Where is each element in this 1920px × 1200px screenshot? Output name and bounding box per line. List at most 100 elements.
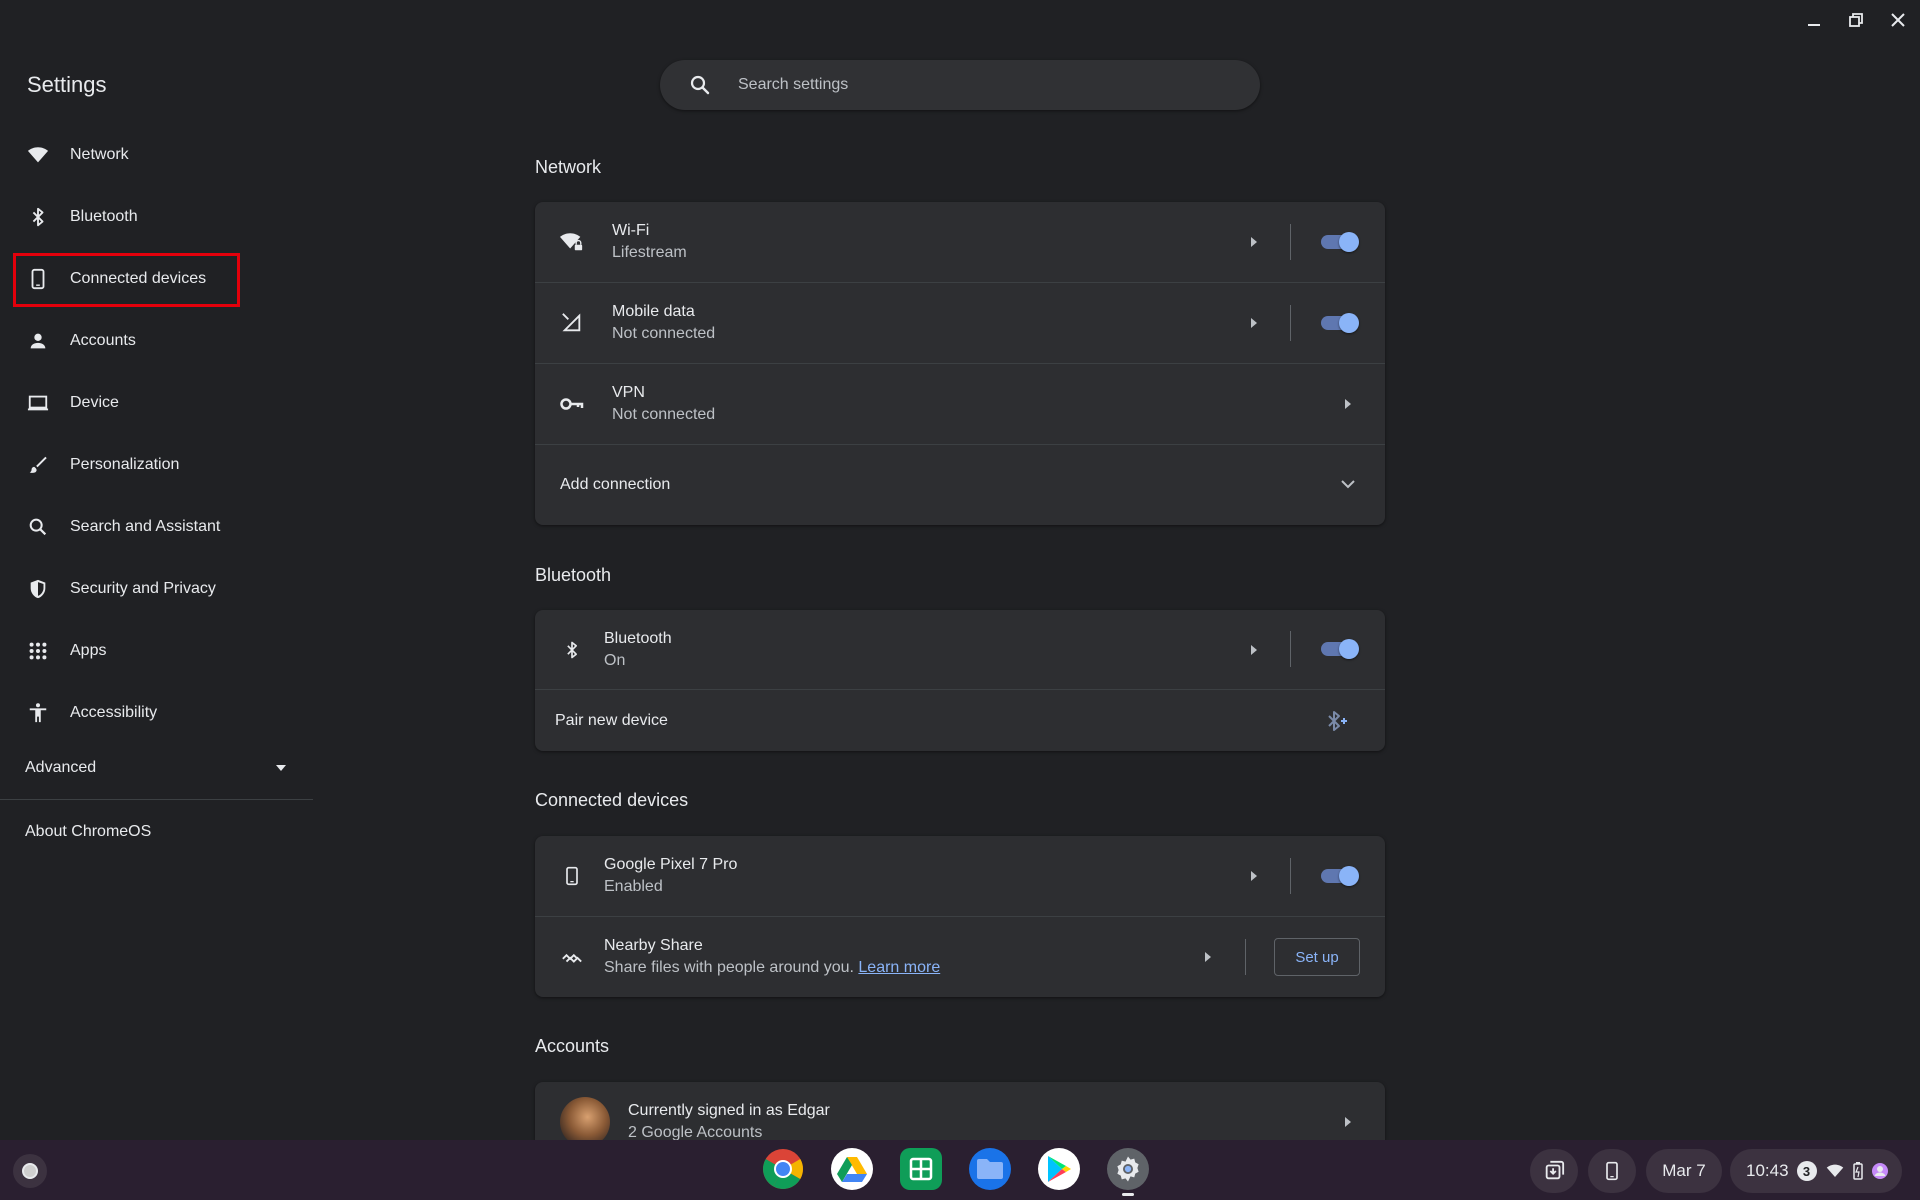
phone-hub-row[interactable]: Google Pixel 7 Pro Enabled — [535, 836, 1385, 916]
vpn-title: VPN — [612, 384, 645, 401]
bluetooth-row[interactable]: Bluetooth On — [535, 610, 1385, 689]
advanced-label: Advanced — [25, 759, 97, 776]
sidebar-item-apps[interactable]: Apps — [0, 620, 313, 682]
sidebar-item-network[interactable]: Network — [0, 124, 313, 186]
sidebar-divider — [0, 799, 313, 800]
bluetooth-title: Bluetooth — [604, 629, 672, 647]
sidebar-item-label: Accounts — [70, 332, 136, 349]
network-section-title: Network — [535, 157, 602, 177]
divider — [1290, 631, 1291, 667]
bluetooth-icon — [26, 205, 50, 229]
accounts-section-title: Accounts — [535, 1036, 610, 1056]
bluetooth-toggle[interactable] — [1319, 637, 1359, 661]
phone-icon — [1602, 1160, 1622, 1182]
accessibility-icon — [26, 701, 50, 725]
pair-new-device-row[interactable]: Pair new device — [535, 689, 1385, 751]
arrow-right-icon — [1249, 644, 1259, 656]
phone-icon — [560, 864, 584, 888]
search-box[interactable] — [660, 60, 1260, 110]
nearby-share-title: Nearby Share — [604, 937, 703, 954]
sidebar-item-connected-devices[interactable]: Connected devices — [0, 248, 313, 310]
sidebar-item-device[interactable]: Device — [0, 372, 313, 434]
advanced-section-toggle[interactable]: Advanced — [25, 752, 287, 784]
wifi-network-name: Lifestream — [612, 244, 687, 261]
bluetooth-icon — [560, 638, 584, 662]
pair-new-device-label: Pair new device — [555, 711, 668, 729]
phone-status: Enabled — [604, 878, 663, 895]
arrow-right-icon — [1203, 951, 1213, 963]
vpn-key-icon — [560, 392, 584, 416]
shield-icon — [26, 577, 50, 601]
date-button[interactable]: Mar 7 — [1646, 1149, 1722, 1193]
add-connection-row[interactable]: Add connection — [535, 444, 1385, 525]
add-connection-label: Add connection — [560, 476, 671, 493]
bluetooth-card: Bluetooth On Pair new device — [535, 610, 1385, 751]
signed-in-account-row[interactable]: Currently signed in as Edgar 2 Google Ac… — [535, 1082, 1385, 1140]
launcher-button[interactable] — [13, 1154, 47, 1188]
sidebar-item-label: Device — [70, 394, 119, 411]
notification-count-badge: 3 — [1796, 1161, 1817, 1181]
connected-devices-section-title: Connected devices — [535, 790, 689, 810]
about-chromeos-link[interactable]: About ChromeOS — [25, 823, 151, 841]
person-icon — [26, 329, 50, 353]
status-area[interactable]: 10:43 3 — [1730, 1149, 1902, 1193]
minimize-icon[interactable] — [1804, 10, 1824, 30]
arrow-right-icon — [1343, 398, 1353, 410]
launcher-icon — [22, 1163, 38, 1179]
holding-space-button[interactable] — [1530, 1149, 1578, 1193]
phone-icon — [26, 267, 50, 291]
connected-devices-card: Google Pixel 7 Pro Enabled Nearby Share … — [535, 836, 1385, 997]
caret-down-icon — [275, 764, 287, 772]
network-card: Wi-Fi Lifestream Mobile data Not connect… — [535, 202, 1385, 525]
bluetooth-section-title: Bluetooth — [535, 565, 612, 585]
set-up-button[interactable]: Set up — [1274, 938, 1360, 976]
sidebar-item-personalization[interactable]: Personalization — [0, 434, 313, 496]
sidebar-item-security-and-privacy[interactable]: Security and Privacy — [0, 558, 313, 620]
brush-icon — [26, 453, 50, 477]
wifi-title: Wi-Fi — [612, 222, 650, 239]
sidebar-item-label: Network — [70, 146, 129, 163]
chrome-icon[interactable] — [762, 1148, 804, 1190]
mobile-data-row[interactable]: Mobile data Not connected — [535, 282, 1385, 363]
sidebar-item-accounts[interactable]: Accounts — [0, 310, 313, 372]
google-sheets-icon[interactable] — [900, 1148, 942, 1190]
mobile-data-toggle[interactable] — [1319, 311, 1359, 335]
learn-more-link[interactable]: Learn more — [858, 959, 940, 976]
wifi-icon — [26, 143, 50, 167]
avatar — [560, 1097, 610, 1140]
sidebar-item-label: Apps — [70, 642, 107, 659]
search-icon — [688, 73, 712, 97]
sidebar-item-label: Personalization — [70, 456, 180, 473]
search-input[interactable] — [736, 75, 1220, 95]
phone-hub-toggle[interactable] — [1319, 864, 1359, 888]
wifi-toggle[interactable] — [1319, 230, 1359, 254]
arrow-right-icon — [1249, 236, 1259, 248]
phone-hub-button[interactable] — [1588, 1149, 1636, 1193]
sidebar-item-search-and-assistant[interactable]: Search and Assistant — [0, 496, 313, 558]
wifi-lock-icon — [560, 230, 584, 254]
sidebar-item-label: Security and Privacy — [70, 580, 216, 597]
mobile-data-title: Mobile data — [612, 303, 695, 320]
sidebar-item-bluetooth[interactable]: Bluetooth — [0, 186, 313, 248]
vpn-row[interactable]: VPN Not connected — [535, 363, 1385, 444]
search-icon — [26, 515, 50, 539]
maximize-icon[interactable] — [1846, 10, 1866, 30]
laptop-icon — [26, 391, 50, 415]
sidebar: Network Bluetooth Connected devices Acco… — [0, 124, 313, 744]
mobile-data-off-icon — [560, 311, 584, 335]
sidebar-item-label: Accessibility — [70, 704, 158, 721]
sidebar-item-accessibility[interactable]: Accessibility — [0, 682, 313, 744]
bluetooth-add-icon[interactable] — [1325, 710, 1349, 732]
google-drive-icon[interactable] — [831, 1148, 873, 1190]
arrow-right-icon — [1343, 1116, 1353, 1128]
clock-time: 10:43 — [1746, 1161, 1789, 1180]
divider — [1290, 858, 1291, 894]
nearby-share-row[interactable]: Nearby Share Share files with people aro… — [535, 916, 1385, 997]
wifi-row[interactable]: Wi-Fi Lifestream — [535, 202, 1385, 282]
close-icon[interactable] — [1888, 10, 1908, 30]
arrow-right-icon — [1249, 870, 1259, 882]
files-icon[interactable] — [969, 1148, 1011, 1190]
settings-icon[interactable] — [1107, 1148, 1149, 1196]
sidebar-item-label: Bluetooth — [70, 208, 138, 225]
play-store-icon[interactable] — [1038, 1148, 1080, 1190]
